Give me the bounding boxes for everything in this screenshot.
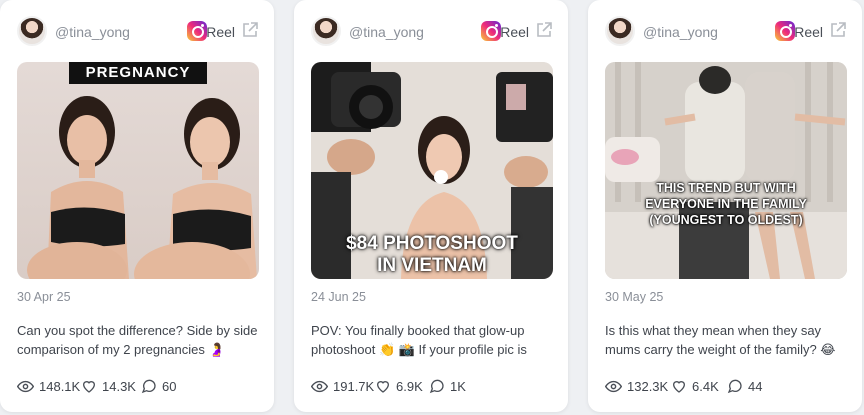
card-header: @tina_yong Reel <box>17 14 259 50</box>
avatar[interactable] <box>17 16 47 46</box>
comment-icon <box>727 379 742 394</box>
overlay-line: (YOUNGEST TO OLDEST) <box>649 213 803 227</box>
card-header: @tina_yong Reel <box>311 14 553 50</box>
overlay-line: $84 PHOTOSHOOT <box>346 233 518 254</box>
thumbnail-overlay-text: THIS TREND BUT WITH EVERYONE IN THE FAMI… <box>605 180 847 228</box>
post-card[interactable]: @tina_yong Reel <box>294 0 568 412</box>
comment-icon <box>429 379 444 394</box>
external-link-icon[interactable] <box>241 21 259 39</box>
comment-icon <box>141 379 156 394</box>
thumbnail-image <box>27 96 257 279</box>
post-caption: POV: You finally booked that glow-up pho… <box>311 323 527 357</box>
post-caption: Is this what they mean when they say mum… <box>605 323 836 357</box>
comments-count: 44 <box>748 378 763 394</box>
post-stats: 148.1K 14.3K 60 <box>17 376 259 396</box>
thumbnail-image <box>605 62 847 279</box>
eye-icon <box>311 380 328 392</box>
instagram-icon <box>481 21 501 41</box>
likes-count: 14.3K <box>102 378 136 394</box>
thumbnail-banner: PREGNANCY <box>69 62 207 84</box>
post-date: 30 May 25 <box>605 290 664 304</box>
heart-icon <box>376 381 390 393</box>
post-date: 24 Jun 25 <box>311 290 366 304</box>
views-count: 148.1K <box>39 378 81 394</box>
external-link-icon[interactable] <box>535 21 553 39</box>
eye-icon <box>605 380 622 392</box>
thumbnail-overlay-text: $84 PHOTOSHOOT IN VIETNAM <box>311 233 553 277</box>
post-thumbnail[interactable]: PREGNANCY <box>17 62 259 279</box>
views-stat: 132.3K <box>605 376 668 396</box>
post-type-label: Reel <box>500 24 529 40</box>
post-caption: Can you spot the difference? Side by sid… <box>17 323 258 357</box>
post-stats: 191.7K 6.9K 1K <box>311 376 553 396</box>
views-stat: 148.1K <box>17 376 80 396</box>
instagram-icon <box>187 21 207 41</box>
external-link-icon[interactable] <box>829 21 847 39</box>
comments-count: 1K <box>450 378 466 394</box>
account-handle[interactable]: @tina_yong <box>349 24 424 40</box>
overlay-line: EVERYONE IN THE FAMILY <box>645 197 807 211</box>
overlay-line: THIS TREND BUT WITH <box>656 181 796 195</box>
post-thumbnail[interactable]: THIS TREND BUT WITH EVERYONE IN THE FAMI… <box>605 62 847 279</box>
likes-count: 6.4K <box>692 378 719 394</box>
comments-count: 60 <box>162 378 177 394</box>
likes-stat: 6.4K <box>671 376 719 396</box>
likes-stat: 14.3K <box>81 376 136 396</box>
avatar[interactable] <box>605 16 635 46</box>
comments-stat: 60 <box>141 376 176 396</box>
avatar[interactable] <box>311 16 341 46</box>
views-count: 191.7K <box>333 378 375 394</box>
heart-icon <box>82 381 96 393</box>
account-handle[interactable]: @tina_yong <box>643 24 718 40</box>
comments-stat: 1K <box>429 376 466 396</box>
post-card[interactable]: @tina_yong Reel <box>0 0 274 412</box>
likes-count: 6.9K <box>396 378 423 394</box>
views-stat: 191.7K <box>311 376 374 396</box>
overlay-line: IN VIETNAM <box>377 255 487 276</box>
post-stats: 132.3K 6.4K 44 <box>605 376 847 396</box>
post-type-label: Reel <box>794 24 823 40</box>
account-handle[interactable]: @tina_yong <box>55 24 130 40</box>
post-type-label: Reel <box>206 24 235 40</box>
heart-icon <box>672 381 686 393</box>
eye-icon <box>17 380 34 392</box>
likes-stat: 6.9K <box>375 376 423 396</box>
post-thumbnail[interactable]: $84 PHOTOSHOOT IN VIETNAM <box>311 62 553 279</box>
comments-stat: 44 <box>727 376 762 396</box>
post-date: 30 Apr 25 <box>17 290 71 304</box>
instagram-icon <box>775 21 795 41</box>
post-card[interactable]: @tina_yong Reel <box>588 0 862 412</box>
views-count: 132.3K <box>627 378 669 394</box>
card-header: @tina_yong Reel <box>605 14 847 50</box>
